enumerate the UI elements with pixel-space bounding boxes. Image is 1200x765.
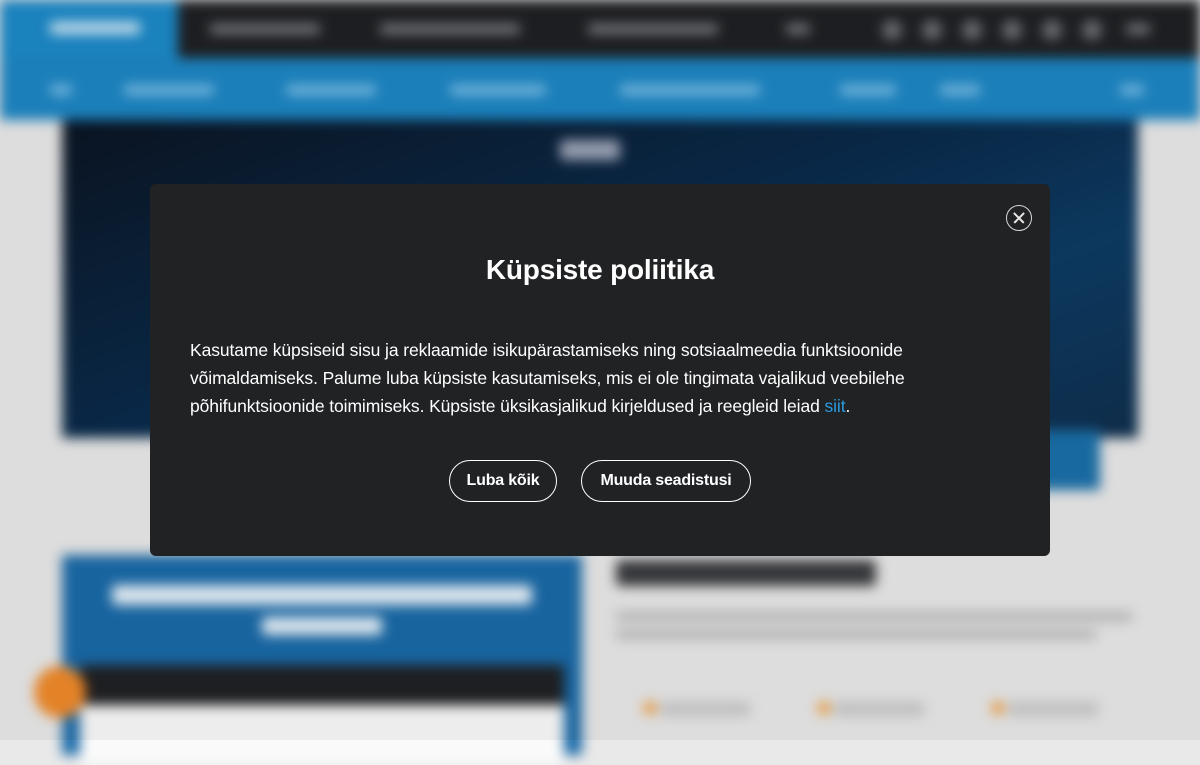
cookie-details-link[interactable]: siit bbox=[824, 396, 845, 416]
modal-body-text: Kasutame küpsiseid sisu ja reklaamide is… bbox=[190, 340, 905, 416]
accept-all-button[interactable]: Luba kõik bbox=[449, 460, 557, 502]
modal-body-end: . bbox=[845, 396, 851, 416]
close-icon[interactable] bbox=[1006, 205, 1032, 231]
change-settings-button[interactable]: Muuda seadistusi bbox=[581, 460, 751, 502]
modal-title: Küpsiste poliitika bbox=[485, 254, 715, 285]
modal-body: Kasutame küpsiseid sisu ja reklaamide is… bbox=[190, 336, 1010, 420]
cookie-policy-modal: Küpsiste poliitika Kasutame küpsiseid si… bbox=[150, 184, 1050, 556]
